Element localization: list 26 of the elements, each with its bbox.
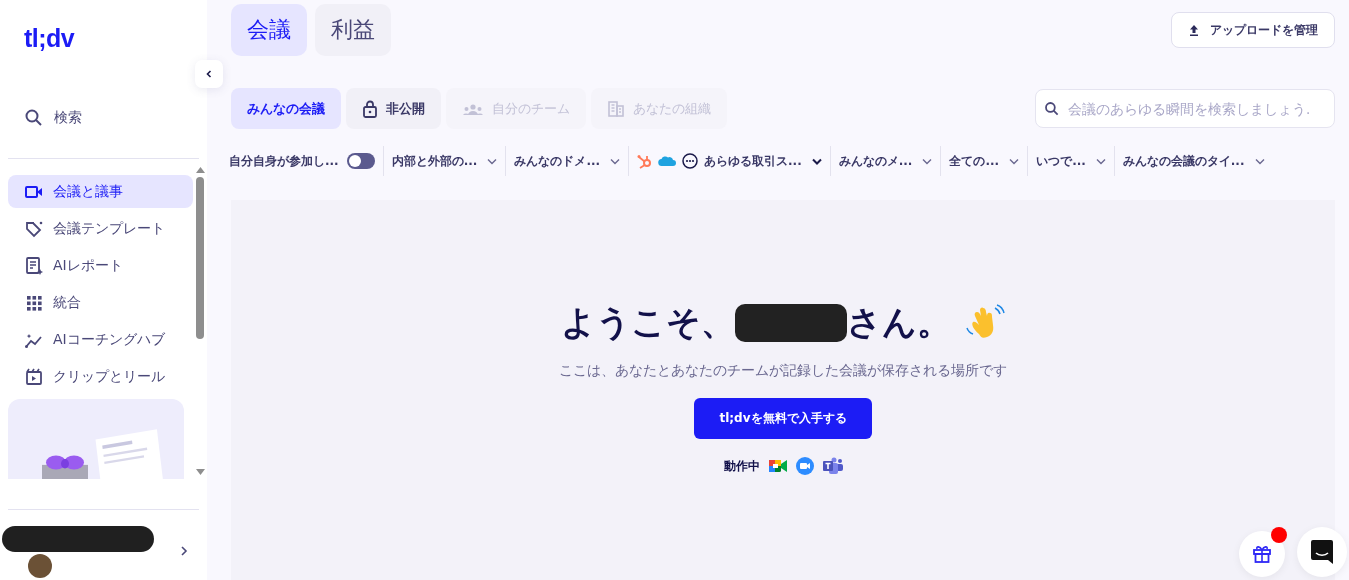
nav-item[interactable]: 会議と議事	[8, 175, 193, 208]
filter-dropdown[interactable]: あらゆる取引ス...	[629, 146, 830, 176]
nav-item[interactable]: 統合	[8, 286, 193, 319]
nav-item[interactable]: クリップとリール	[8, 360, 193, 393]
scope-tab[interactable]: みんなの会議	[231, 88, 341, 129]
search-field[interactable]: 会議のあらゆる瞬間を検索しましょう.	[1035, 89, 1335, 128]
tab[interactable]: 会議	[231, 4, 307, 56]
filter-label: 自分自身が参加し...	[229, 152, 339, 170]
filter-dropdown[interactable]: みんなのドメ...	[506, 146, 629, 176]
filter-dropdown[interactable]: いつで...	[1028, 146, 1114, 176]
nav-item[interactable]: AIコーチングハブ	[8, 323, 193, 356]
search-link[interactable]: 検索	[24, 108, 82, 128]
filter-dropdown[interactable]: 全ての...	[941, 146, 1028, 176]
filter-dropdown[interactable]: 内部と外部の...	[383, 146, 506, 176]
nav-item[interactable]: AIレポート	[8, 249, 193, 282]
nav-item[interactable]: 会議テンプレート	[8, 212, 193, 245]
filter-dropdown[interactable]: みんなのメ...	[830, 146, 941, 176]
works-with-label: 動作中	[723, 457, 760, 475]
subtitle: ここは、あなたとあなたのチームが記録した会議が保存される場所です	[559, 362, 1007, 380]
logo[interactable]: tl;dv	[24, 24, 75, 54]
scope-tab[interactable]: 非公開	[346, 88, 441, 129]
get-app-button[interactable]: tl;dvを無料で入手する	[694, 398, 872, 439]
tab[interactable]: 利益	[315, 4, 391, 56]
upload-button[interactable]: アップロードを管理	[1171, 12, 1335, 48]
welcome-heading: ようこそ、 さん。	[561, 301, 951, 344]
filter-dropdown[interactable]: みんなの会議のタイ...	[1114, 146, 1273, 176]
